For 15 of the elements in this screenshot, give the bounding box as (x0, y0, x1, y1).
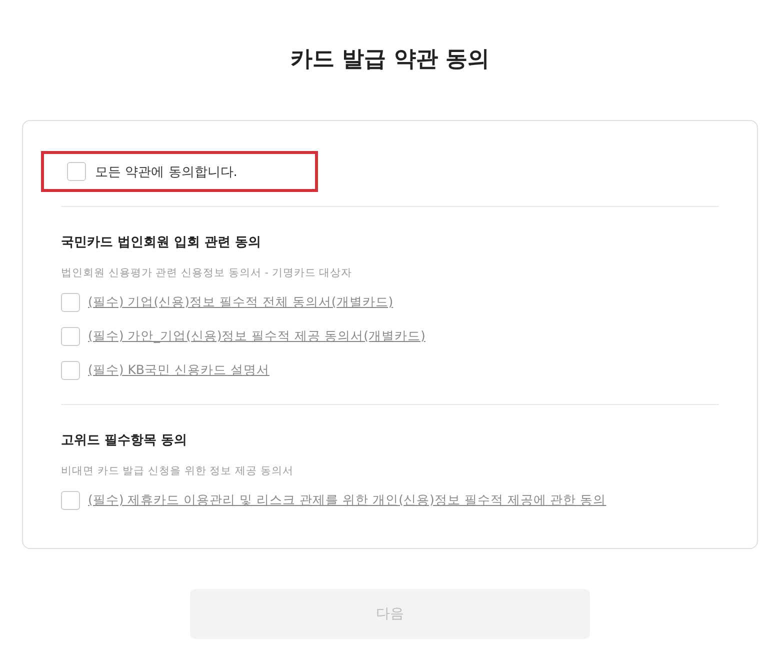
terms-checkbox[interactable] (61, 361, 80, 380)
agree-all-label: 모든 약관에 동의합니다. (95, 164, 238, 180)
terms-link[interactable]: (필수) KB국민 신용카드 설명서 (88, 362, 270, 379)
terms-link[interactable]: (필수) 제휴카드 이용관리 및 리스크 관제를 위한 개인(신용)정보 필수적 제공에 관한 동의 (88, 492, 606, 509)
section-title: 국민카드 법인회원 입회 관련 동의 (61, 234, 262, 251)
section-description: 법인회원 신용평가 관련 신용정보 동의서 - 기명카드 대상자 (61, 266, 354, 280)
terms-link[interactable]: (필수) 기업(신용)정보 필수적 전체 동의서(개별카드) (88, 294, 394, 311)
terms-checkbox[interactable] (61, 293, 80, 312)
terms-link[interactable]: (필수) 가안_기업(신용)정보 필수적 제공 동의서(개별카드) (88, 328, 426, 345)
page-title: 카드 발급 약관 동의 (290, 46, 490, 74)
agree-all-checkbox[interactable] (67, 162, 86, 181)
section-title: 고위드 필수항목 동의 (61, 432, 188, 449)
terms-checkbox[interactable] (61, 491, 80, 510)
terms-checkbox[interactable] (61, 327, 80, 346)
section-description: 비대면 카드 발급 신청을 위한 정보 제공 동의서 (61, 464, 294, 478)
